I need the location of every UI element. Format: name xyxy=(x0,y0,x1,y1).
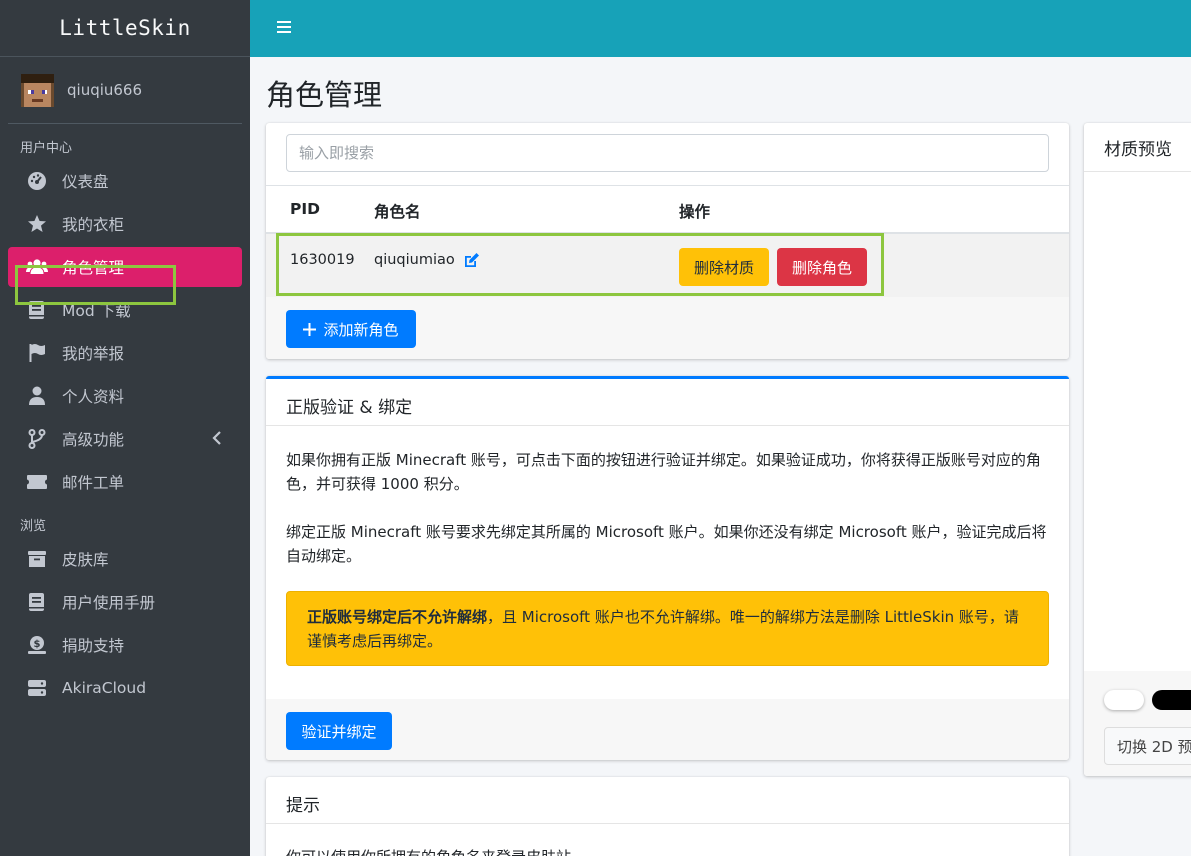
sidebar-item-label: 皮肤库 xyxy=(62,551,109,569)
flag-icon xyxy=(26,342,48,364)
delete-texture-button[interactable]: 删除材质 xyxy=(679,248,769,286)
sidebar-item-tickets[interactable]: 邮件工单 xyxy=(8,462,242,502)
svg-text:$: $ xyxy=(34,639,41,650)
users-icon xyxy=(26,256,48,278)
preview-card: 材质预览 切换 2D 预览 xyxy=(1084,123,1191,776)
sidebar-item-reports[interactable]: 我的举报 xyxy=(8,333,242,373)
add-player-button[interactable]: 添加新角色 xyxy=(286,310,416,348)
menu-toggle-icon[interactable] xyxy=(277,20,291,34)
sidebar-item-label: 我的衣柜 xyxy=(62,216,125,234)
manual-icon xyxy=(26,591,48,613)
server-icon xyxy=(26,677,48,699)
sidebar-item-label: Mod 下载 xyxy=(62,302,131,320)
chevron-left-icon xyxy=(212,430,222,450)
verify-card-footer: 验证并绑定 xyxy=(266,699,1069,760)
sidebar-item-manual[interactable]: 用户使用手册 xyxy=(8,582,242,622)
verify-description-2: 绑定正版 Minecraft 账号要求先绑定其所属的 Microsoft 账户。… xyxy=(286,523,1047,565)
user-icon xyxy=(26,385,48,407)
sidebar-item-label: 仪表盘 xyxy=(62,173,109,191)
sidebar-item-wardrobe[interactable]: 我的衣柜 xyxy=(8,204,242,244)
edit-icon[interactable] xyxy=(463,252,480,273)
players-card-footer: 添加新角色 xyxy=(266,297,1069,359)
switch-2d-button[interactable]: 切换 2D 预览 xyxy=(1104,727,1191,765)
sidebar-item-label: 个人资料 xyxy=(62,388,125,406)
column-header-name: 角色名 xyxy=(374,203,421,221)
sidebar-item-label: 邮件工单 xyxy=(62,474,125,492)
sidebar-item-players[interactable]: 角色管理 xyxy=(8,247,242,287)
sidebar-item-skinlib[interactable]: 皮肤库 xyxy=(8,539,242,579)
verify-bind-button[interactable]: 验证并绑定 xyxy=(286,712,392,750)
player-name: qiuqiumiao xyxy=(374,252,455,268)
sidebar: LittleSkin qiuqiu666 用户中心 仪表盘 我的衣柜 角色管理 xyxy=(0,0,250,856)
sidebar-item-donate[interactable]: $ 捐助支持 xyxy=(8,625,242,665)
brand[interactable]: LittleSkin xyxy=(0,0,250,57)
verify-card: 正版验证 & 绑定 如果你拥有正版 Minecraft 账号，可点击下面的按钮进… xyxy=(266,376,1069,760)
players-card: PID 角色名 操作 1630019 qiuqiumiao 删除材质 删除角色 … xyxy=(266,123,1069,359)
warning-alert: 正版账号绑定后不允许解绑，且 Microsoft 账户也不允许解绑。唯一的解绑方… xyxy=(286,591,1049,666)
sidebar-item-mod-download[interactable]: Mod 下载 xyxy=(8,290,242,330)
ticket-icon xyxy=(26,471,48,493)
search-input[interactable] xyxy=(286,134,1049,172)
star-icon xyxy=(26,213,48,235)
delete-player-button[interactable]: 删除角色 xyxy=(777,248,867,286)
nav-header-browse: 浏览 xyxy=(20,519,47,534)
verify-description-1: 如果你拥有正版 Minecraft 账号，可点击下面的按钮进行验证并绑定。如果验… xyxy=(286,451,1041,493)
sidebar-item-advanced[interactable]: 高级功能 xyxy=(8,419,242,459)
avatar[interactable] xyxy=(21,73,54,107)
column-header-actions: 操作 xyxy=(679,203,711,221)
username[interactable]: qiuqiu666 xyxy=(67,81,142,99)
dashboard-icon xyxy=(26,170,48,192)
sidebar-item-label: 用户使用手册 xyxy=(62,594,156,612)
preview-card-title: 材质预览 xyxy=(1104,140,1172,160)
page-title: 角色管理 xyxy=(266,78,383,112)
preview-card-footer: 切换 2D 预览 xyxy=(1084,671,1191,776)
tips-card-title: 提示 xyxy=(286,796,320,816)
topbar xyxy=(250,0,1191,57)
alert-bold-text: 正版账号绑定后不允许解绑 xyxy=(307,608,488,626)
brand-logo-text[interactable]: LittleSkin xyxy=(59,16,190,40)
light-bg-toggle[interactable] xyxy=(1104,690,1144,710)
sidebar-item-akiracloud[interactable]: AkiraCloud xyxy=(8,668,242,708)
nav-header-user-center: 用户中心 xyxy=(20,141,73,156)
tips-text: 你可以使用你所拥有的角色名来登录皮肤站 xyxy=(286,845,1050,856)
donate-icon: $ xyxy=(26,634,48,656)
dark-bg-toggle[interactable] xyxy=(1152,690,1191,710)
table-header: PID 角色名 操作 xyxy=(266,185,1069,234)
player-pid: 1630019 xyxy=(290,252,355,268)
column-header-pid: PID xyxy=(290,200,320,218)
sidebar-item-label: 捐助支持 xyxy=(62,637,125,655)
user-panel[interactable]: qiuqiu666 xyxy=(8,57,242,124)
table-row: 1630019 qiuqiumiao 删除材质 删除角色 xyxy=(266,234,1069,297)
sidebar-item-label: 我的举报 xyxy=(62,345,125,363)
archive-icon xyxy=(26,548,48,570)
sidebar-item-profile[interactable]: 个人资料 xyxy=(8,376,242,416)
branch-icon xyxy=(26,428,48,450)
sidebar-item-label: AkiraCloud xyxy=(62,679,147,697)
tips-card: 提示 你可以使用你所拥有的角色名来登录皮肤站 xyxy=(266,777,1069,856)
sidebar-item-label: 角色管理 xyxy=(62,259,125,277)
verify-card-title: 正版验证 & 绑定 xyxy=(286,398,413,418)
book-icon xyxy=(26,299,48,321)
sidebar-item-dashboard[interactable]: 仪表盘 xyxy=(8,161,242,201)
sidebar-item-label: 高级功能 xyxy=(62,431,125,449)
plus-icon xyxy=(303,322,317,336)
